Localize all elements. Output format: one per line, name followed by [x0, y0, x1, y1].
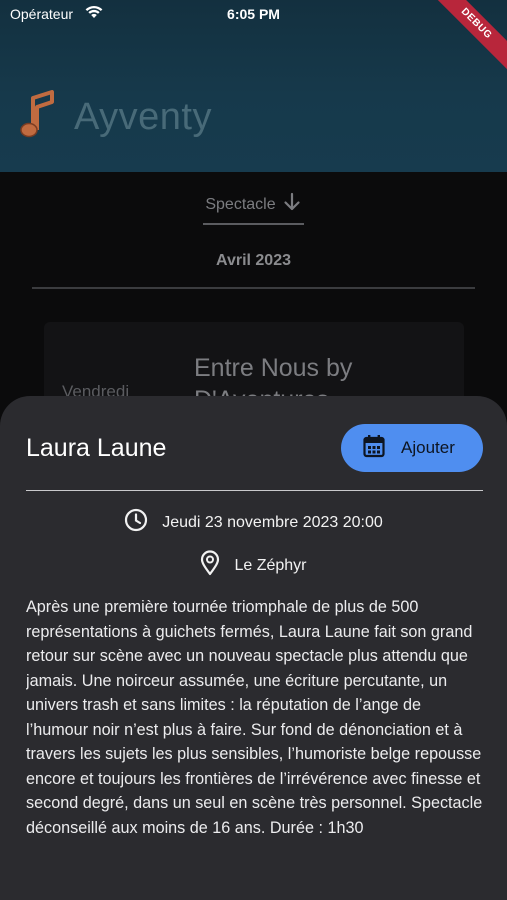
arrow-down-icon: [282, 192, 302, 217]
event-place: Le Zéphyr: [234, 556, 307, 574]
month-header: Avril 2023: [215, 252, 291, 269]
description-fade: [0, 866, 507, 900]
app-title: Ayventy: [74, 96, 212, 138]
app-brand: Ayventy: [20, 90, 212, 145]
filter-row: Spectacle: [0, 188, 507, 225]
sheet-title: Laura Laune: [26, 434, 167, 462]
month-divider: [32, 287, 475, 289]
clock-icon: [124, 508, 148, 537]
sheet-divider: [26, 490, 483, 491]
event-date: Jeudi 23 novembre 2023 20:00: [162, 513, 383, 531]
filter-label: Spectacle: [205, 195, 276, 213]
add-button-label: Ajouter: [401, 438, 455, 457]
event-place-row: Le Zéphyr: [0, 550, 507, 581]
event-detail-sheet: Laura Laune Ajouter Jeudi 23 novembre 20…: [0, 396, 507, 900]
event-date-row: Jeudi 23 novembre 2023 20:00: [0, 508, 507, 537]
location-pin-icon: [200, 550, 220, 581]
app-bar: Opérateur 6:05 PM DEBUG Ayventy: [0, 0, 507, 172]
sort-filter-button[interactable]: Spectacle: [203, 188, 304, 225]
add-to-calendar-button[interactable]: Ajouter: [341, 424, 483, 472]
calendar-icon: [363, 434, 385, 463]
status-time: 6:05 PM: [227, 6, 280, 22]
status-bar: Opérateur 6:05 PM: [0, 0, 507, 30]
event-description: Après une première tournée triomphale de…: [26, 598, 483, 837]
music-note-icon: [20, 90, 56, 145]
